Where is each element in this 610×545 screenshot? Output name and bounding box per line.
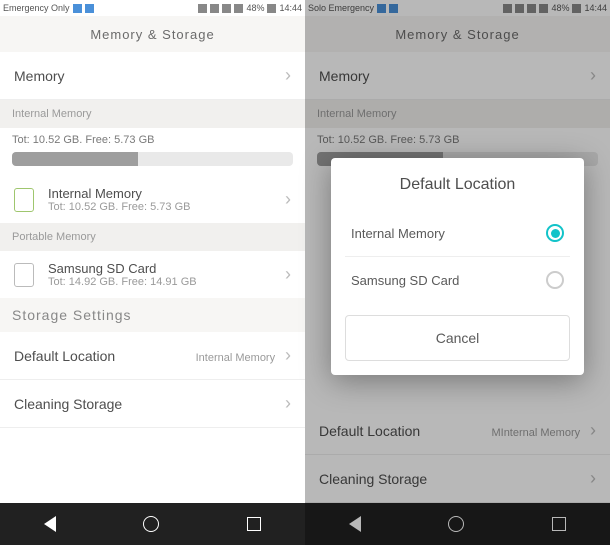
home-button[interactable] xyxy=(143,516,159,532)
vibrate-icon xyxy=(210,4,219,13)
chevron-right-icon: › xyxy=(285,65,291,86)
sd-card-title: Samsung SD Card xyxy=(48,261,271,276)
option-label: Samsung SD Card xyxy=(351,273,459,288)
battery-icon xyxy=(267,4,276,13)
radio-unchecked-icon xyxy=(546,271,564,289)
screen-left: Emergency Only 48% 14:44 Memory & Storag… xyxy=(0,0,305,545)
cancel-button[interactable]: Cancel xyxy=(345,315,570,361)
wifi-icon xyxy=(222,4,231,13)
sd-card-sub: Tot: 14.92 GB. Free: 14.91 GB xyxy=(48,276,271,288)
default-location-value: Internal Memory xyxy=(196,352,275,364)
default-location-dialog: Default Location Internal Memory Samsung… xyxy=(331,158,584,375)
default-location-label: Default Location xyxy=(14,348,115,364)
notification-icon xyxy=(73,4,82,13)
status-bar: Emergency Only 48% 14:44 xyxy=(0,0,305,16)
storage-summary-text: Tot: 10.52 GB. Free: 5.73 GB xyxy=(12,134,293,146)
option-sd-card[interactable]: Samsung SD Card xyxy=(331,257,584,303)
memory-row[interactable]: Memory › xyxy=(0,52,305,100)
portable-memory-section: Portable Memory xyxy=(0,223,305,251)
chip-icon xyxy=(14,188,34,212)
sim-icon xyxy=(234,4,243,13)
storage-settings-header: Storage Settings xyxy=(0,298,305,332)
clock-text: 14:44 xyxy=(279,3,302,13)
battery-text: 48% xyxy=(246,3,264,13)
storage-progress-fill xyxy=(12,152,138,166)
internal-storage-summary: Tot: 10.52 GB. Free: 5.73 GB xyxy=(0,128,305,176)
option-internal-memory[interactable]: Internal Memory xyxy=(331,210,584,256)
chevron-right-icon: › xyxy=(285,393,291,414)
internal-memory-title: Internal Memory xyxy=(48,186,271,201)
memory-label: Memory xyxy=(14,68,65,84)
chevron-right-icon: › xyxy=(285,264,291,285)
sd-card-item[interactable]: Samsung SD Card Tot: 14.92 GB. Free: 14.… xyxy=(0,251,305,298)
dialog-title: Default Location xyxy=(331,158,584,210)
navigation-bar xyxy=(0,503,305,545)
screen-right: Solo Emergency 48% 14:44 Memory & Storag… xyxy=(305,0,610,545)
default-location-row[interactable]: Default Location Internal Memory › xyxy=(0,332,305,380)
cleaning-storage-label: Cleaning Storage xyxy=(14,396,122,412)
recent-button[interactable] xyxy=(247,517,261,531)
notification-icon xyxy=(85,4,94,13)
radio-checked-icon xyxy=(546,224,564,242)
carrier-text: Emergency Only xyxy=(3,3,70,13)
option-label: Internal Memory xyxy=(351,226,445,241)
signal-icon xyxy=(198,4,207,13)
sd-card-icon xyxy=(14,263,34,287)
page-title: Memory & Storage xyxy=(0,16,305,52)
internal-memory-sub: Tot: 10.52 GB. Free: 5.73 GB xyxy=(48,201,271,213)
internal-memory-section: Internal Memory xyxy=(0,100,305,128)
internal-memory-item[interactable]: Internal Memory Tot: 10.52 GB. Free: 5.7… xyxy=(0,176,305,223)
chevron-right-icon: › xyxy=(285,189,291,210)
back-button[interactable] xyxy=(44,516,56,532)
cleaning-storage-row[interactable]: Cleaning Storage › xyxy=(0,380,305,428)
storage-progress-bar xyxy=(12,152,293,166)
chevron-right-icon: › xyxy=(285,345,291,365)
